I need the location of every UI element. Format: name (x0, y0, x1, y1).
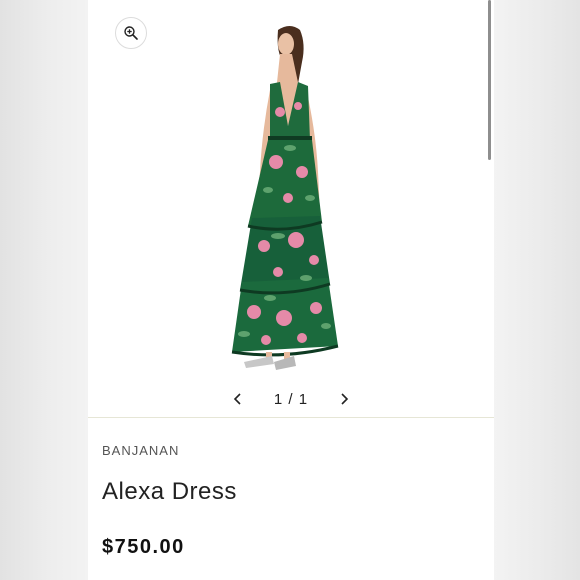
product-brand[interactable]: BANJANAN (102, 443, 179, 458)
scrollbar-thumb[interactable] (488, 0, 491, 160)
background-left (0, 0, 88, 580)
product-image[interactable] (218, 22, 348, 372)
chevron-left-icon (233, 393, 241, 405)
zoom-in-icon (124, 26, 138, 40)
product-price: $750.00 (102, 536, 185, 558)
product-title: Alexa Dress (102, 478, 237, 505)
chevron-right-icon (341, 393, 349, 405)
gallery-pagination: 1 / 1 (88, 388, 494, 410)
product-page: 1 / 1 BANJANAN Alexa Dress $750.00 (88, 0, 494, 580)
zoom-button[interactable] (115, 17, 147, 49)
next-image-button[interactable] (334, 389, 354, 409)
previous-image-button[interactable] (228, 389, 248, 409)
background-right (494, 0, 580, 580)
image-counter: 1 / 1 (273, 390, 309, 408)
divider (88, 417, 494, 418)
